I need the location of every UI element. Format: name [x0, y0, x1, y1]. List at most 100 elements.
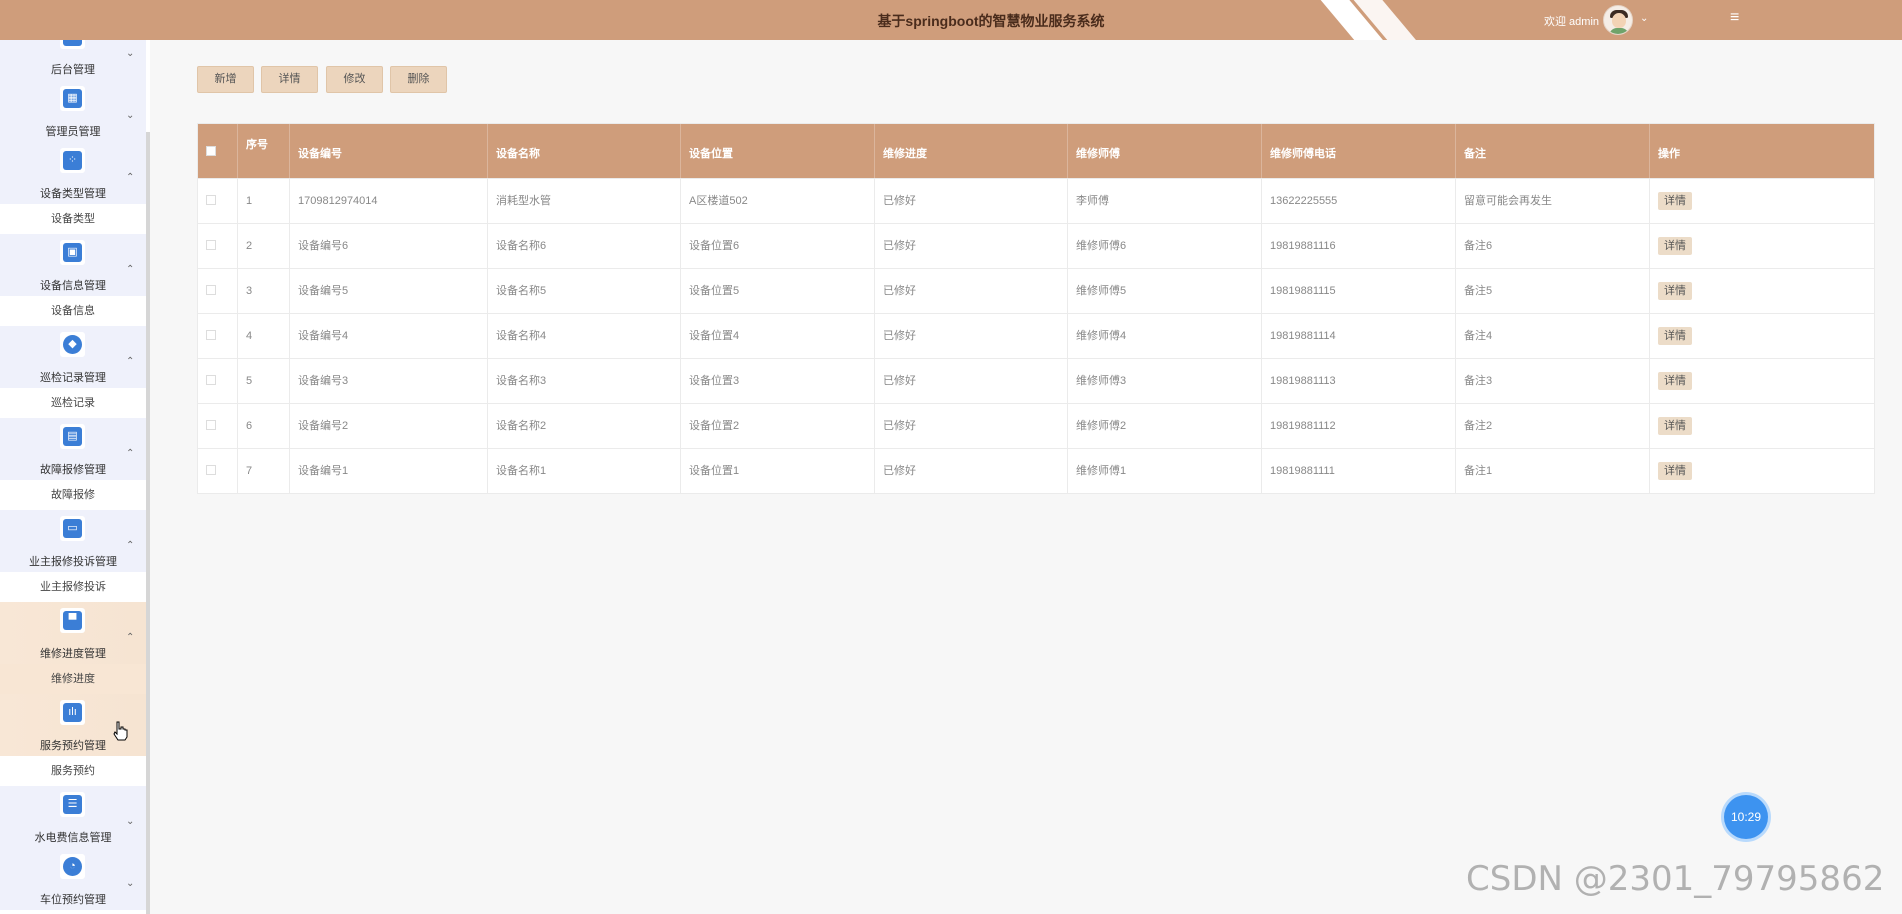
sidebar-subitem-fault-repair[interactable]: 故障报修: [0, 480, 146, 510]
sidebar-item-inspection[interactable]: ◆ 巡检记录管理 ⌃: [0, 326, 146, 388]
column-header[interactable]: 备注: [1456, 124, 1650, 178]
row-detail-button[interactable]: 详情: [1658, 192, 1692, 210]
column-header[interactable]: 设备位置: [681, 124, 875, 178]
sidebar-subitem-owner-complaint[interactable]: 业主报修投诉: [0, 572, 146, 602]
row-checkbox[interactable]: [198, 359, 238, 404]
chevron-up-icon: ⌃: [126, 448, 135, 459]
actions-cell: 详情: [1650, 224, 1876, 269]
sidebar-item-backend[interactable]: ■ 后台管理 ⌄: [0, 40, 146, 80]
chevron-up-icon: ⌃: [126, 356, 135, 367]
welcome-text: 欢迎 admin: [1544, 16, 1600, 28]
sidebar-item-device-info[interactable]: ▣ 设备信息管理 ⌃: [0, 234, 146, 296]
chevron-down-icon: ⌄: [126, 110, 135, 121]
chevron-up-icon: ⌃: [126, 540, 135, 551]
column-header[interactable]: 维修进度: [875, 124, 1068, 178]
table-cell: 已修好: [875, 224, 1068, 269]
row-detail-button[interactable]: 详情: [1658, 417, 1692, 435]
table-row[interactable]: 4 设备编号4 设备名称4 设备位置4 已修好 维修师傅4 19819881114 备注4 详情: [198, 313, 1876, 359]
table-row[interactable]: 1 1709812974014 消耗型水管 A区楼道502 已修好 李师傅 13622225…: [198, 178, 1876, 224]
sidebar-subitem-device-type[interactable]: 设备类型: [0, 204, 146, 234]
actions-cell: 详情: [1650, 314, 1876, 359]
column-header[interactable]: 设备名称: [488, 124, 681, 178]
row-detail-button[interactable]: 详情: [1658, 237, 1692, 255]
detail-button[interactable]: 详情: [261, 66, 318, 93]
actions-cell: 详情: [1650, 179, 1876, 224]
row-detail-button[interactable]: 详情: [1658, 282, 1692, 300]
table-row[interactable]: 7 设备编号1 设备名称1 设备位置1 已修好 维修师傅1 19819881111 备注1 详情: [198, 448, 1876, 494]
table-cell: 1: [238, 179, 290, 224]
table-cell: 维修师傅6: [1068, 224, 1262, 269]
sidebar-subitem-inspection[interactable]: 巡检记录: [0, 388, 146, 418]
column-header[interactable]: 维修师傅电话: [1262, 124, 1456, 178]
table-cell: 设备名称2: [488, 404, 681, 449]
delete-button[interactable]: 删除: [390, 66, 447, 93]
row-checkbox[interactable]: [198, 269, 238, 314]
table-cell: 备注5: [1456, 269, 1650, 314]
row-checkbox[interactable]: [198, 404, 238, 449]
table-cell: 维修师傅3: [1068, 359, 1262, 404]
table-cell: 维修师傅4: [1068, 314, 1262, 359]
table-cell: 设备编号6: [290, 224, 488, 269]
sidebar: ■ 后台管理 ⌄ ▦ 管理员管理 ⌄ ⁘ 设备类型管理 ⌃ 设备类型 ▣ 设备信…: [0, 40, 150, 914]
sidebar-item-admin[interactable]: ▦ 管理员管理 ⌄: [0, 80, 146, 142]
table-cell: 设备名称3: [488, 359, 681, 404]
column-header[interactable]: 维修师傅: [1068, 124, 1262, 178]
sidebar-scrollbar[interactable]: [146, 132, 150, 914]
table-cell: 19819881113: [1262, 359, 1456, 404]
table-cell: 设备位置2: [681, 404, 875, 449]
table-cell: 19819881115: [1262, 269, 1456, 314]
clock-widget[interactable]: 10:29: [1724, 795, 1768, 839]
sidebar-subitem-device-info[interactable]: 设备信息: [0, 296, 146, 326]
table-cell: 已修好: [875, 359, 1068, 404]
hand-cursor-icon: [113, 721, 128, 741]
watermark: CSDN @2301_79795862: [1466, 859, 1885, 899]
edit-button[interactable]: 修改: [326, 66, 383, 93]
table-cell: 备注4: [1456, 314, 1650, 359]
sidebar-item-owner-complaint[interactable]: ▭ 业主报修投诉管理 ⌃: [0, 510, 146, 572]
row-checkbox[interactable]: [198, 179, 238, 224]
table-cell: 留意可能会再发生: [1456, 179, 1650, 224]
row-checkbox[interactable]: [198, 224, 238, 269]
table-cell: 设备编号3: [290, 359, 488, 404]
chevron-down-icon[interactable]: ⌄: [1640, 13, 1648, 24]
select-all-checkbox[interactable]: [198, 124, 238, 178]
table-row[interactable]: 5 设备编号3 设备名称3 设备位置3 已修好 维修师傅3 19819881113 备注3 详情: [198, 358, 1876, 404]
sidebar-subitem-service-booking[interactable]: 服务预约: [0, 756, 146, 786]
avatar[interactable]: [1603, 5, 1633, 35]
row-detail-button[interactable]: 详情: [1658, 327, 1692, 345]
sidebar-item-label: 巡检记录管理: [40, 372, 106, 384]
table-row[interactable]: 3 设备编号5 设备名称5 设备位置5 已修好 维修师傅5 19819881115 备注5 详情: [198, 268, 1874, 314]
sidebar-subitem-repair-progress[interactable]: 维修进度: [0, 664, 146, 694]
add-button[interactable]: 新增: [197, 66, 254, 93]
sidebar-item-repair-progress[interactable]: ▀ 维修进度管理 ⌃: [0, 602, 146, 664]
actions-cell: 详情: [1650, 359, 1876, 404]
sidebar-item-utility-fee[interactable]: ☰ 水电费信息管理 ⌄: [0, 786, 146, 848]
column-header[interactable]: 设备编号: [290, 124, 488, 178]
table-row[interactable]: 2 设备编号6 设备名称6 设备位置6 已修好 维修师傅6 19819881116 备注6 详情: [198, 223, 1876, 269]
actions-cell: 详情: [1650, 449, 1876, 494]
calendar-icon: ▀: [60, 608, 85, 633]
row-checkbox[interactable]: [198, 314, 238, 359]
sidebar-item-parking-booking[interactable]: ◔ 车位预约管理 ⌄: [0, 848, 146, 910]
chevron-down-icon: ⌄: [126, 48, 135, 59]
row-detail-button[interactable]: 详情: [1658, 462, 1692, 480]
briefcase-icon: ▣: [60, 240, 85, 265]
row-detail-button[interactable]: 详情: [1658, 372, 1692, 390]
table-cell: 13622225555: [1262, 179, 1456, 224]
row-checkbox[interactable]: [198, 449, 238, 494]
table-cell: 19819881111: [1262, 449, 1456, 494]
table-cell: 设备编号2: [290, 404, 488, 449]
table-cell: 李师傅: [1068, 179, 1262, 224]
table-cell: 设备编号1: [290, 449, 488, 494]
table-row[interactable]: 6 设备编号2 设备名称2 设备位置2 已修好 维修师傅2 19819881112 备注2 详情: [198, 403, 1874, 449]
table-cell: A区楼道502: [681, 179, 875, 224]
table-cell: 设备编号4: [290, 314, 488, 359]
menu-toggle-icon[interactable]: ≡: [1730, 9, 1739, 27]
table-cell: 设备位置3: [681, 359, 875, 404]
sidebar-item-fault-repair[interactable]: ▤ 故障报修管理 ⌃: [0, 418, 146, 480]
table-cell: 设备名称6: [488, 224, 681, 269]
sidebar-item-device-type[interactable]: ⁘ 设备类型管理 ⌃: [0, 142, 146, 204]
column-header: 操作: [1658, 148, 1680, 160]
table-cell: 已修好: [875, 314, 1068, 359]
chevron-up-icon: ⌃: [126, 264, 135, 275]
